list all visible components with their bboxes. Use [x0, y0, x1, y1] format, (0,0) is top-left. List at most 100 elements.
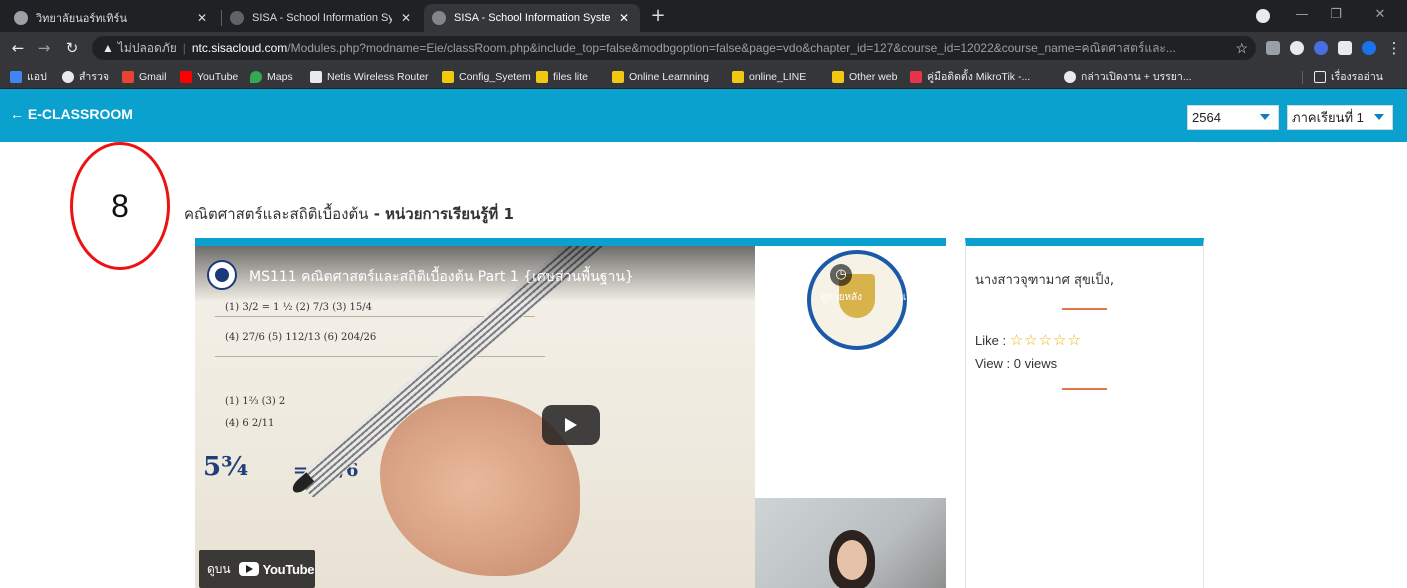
clock-icon: ◷	[830, 264, 852, 286]
worksheet-line	[215, 356, 545, 357]
globe-icon	[1064, 70, 1076, 83]
browser-toolbar: ← → ↻ ▲ ไม่ปลอดภัย | ntc.sisacloud.com /…	[0, 32, 1407, 64]
divider	[1062, 388, 1107, 390]
reading-list-icon	[1314, 70, 1326, 83]
divider	[1062, 308, 1107, 310]
term-select[interactable]: ภาคเรียนที่ 1	[1287, 105, 1393, 130]
reading-list[interactable]: เรื่องรออ่าน	[1314, 68, 1383, 85]
url-separator: |	[182, 41, 186, 55]
year-select[interactable]: 2564	[1187, 105, 1279, 130]
bookmark-config[interactable]: Config_Syetem	[442, 68, 531, 85]
url-host: ntc.sisacloud.com	[191, 41, 288, 55]
bookmarks-separator	[1302, 71, 1303, 84]
star-rating-icon[interactable]: ☆☆☆☆☆	[1010, 332, 1082, 349]
site-favicon-icon	[14, 11, 28, 25]
step-number: 8	[111, 187, 129, 224]
globe-icon	[62, 70, 74, 83]
maps-icon	[250, 70, 262, 83]
address-bar[interactable]: ▲ ไม่ปลอดภัย | ntc.sisacloud.com /Module…	[92, 36, 1256, 60]
step-annotation-circle: 8	[70, 142, 170, 270]
puzzle-extensions-icon[interactable]	[1338, 41, 1352, 55]
bookmarks-bar: แอป สำรวจ Gmail YouTube Maps Netis Wirel…	[0, 64, 1407, 89]
security-label: ไม่ปลอดภัย	[117, 40, 177, 55]
bookmark-explore[interactable]: สำรวจ	[62, 68, 109, 85]
menu-kebab-icon[interactable]: ⋮	[1384, 38, 1404, 58]
profile-avatar-icon[interactable]	[1362, 41, 1376, 55]
worksheet-text: (4) 27/6 (5) 112/13 (6) 204/26	[225, 332, 377, 343]
bookmark-online-learning[interactable]: Online Learnning	[612, 68, 709, 85]
close-icon[interactable]: ✕	[616, 11, 632, 25]
share-label: แชร์	[899, 292, 919, 303]
unit-name: - หน่วยการเรียนรู้ที่ 1	[368, 205, 514, 223]
bookmark-files-lite[interactable]: files lite	[536, 68, 588, 85]
site-favicon-icon	[230, 11, 244, 25]
folder-icon	[732, 70, 744, 83]
youtube-icon	[180, 70, 192, 83]
subject-name: คณิตศาสตร์และสถิติเบื้องต้น	[184, 205, 369, 223]
gmail-icon	[122, 70, 134, 83]
watch-later-label: ดูภายหลัง	[819, 292, 863, 303]
back-arrow-icon[interactable]: ←	[8, 38, 28, 58]
presenter-face	[837, 540, 867, 580]
extension-icon[interactable]	[1266, 41, 1280, 55]
tab-sisa-active[interactable]: SISA - School Information Systen ✕	[424, 4, 640, 32]
minimize-icon[interactable]: —	[1288, 4, 1316, 26]
bookmark-mikrotik[interactable]: คู่มือติดตั้ง MikroTik -...	[910, 68, 1030, 85]
reload-icon[interactable]: ↻	[62, 38, 82, 58]
teacher-name: นางสาวจุฑามาศ สุขเป็ง,	[975, 273, 1115, 288]
s-logo-icon	[910, 70, 922, 83]
bookmark-star-icon[interactable]: ☆	[1235, 40, 1248, 57]
share-arrow-icon: ➦	[900, 263, 918, 287]
close-icon[interactable]: ✕	[398, 11, 414, 25]
bookmark-online-line[interactable]: online_LINE	[732, 68, 806, 85]
watch-on-label: ดูบน	[207, 561, 231, 576]
bookmark-netis[interactable]: Netis Wireless Router	[310, 68, 429, 85]
bookmark-other-web[interactable]: Other web	[832, 68, 897, 85]
video-title[interactable]: MS111 คณิตศาสตร์และสถิติเบื้องต้น Part 1…	[249, 266, 634, 288]
folder-icon	[832, 70, 844, 83]
tab-search-icon[interactable]	[1256, 9, 1270, 23]
extension-icon[interactable]	[1290, 41, 1304, 55]
youtube-wordmark: YouTube	[262, 561, 315, 577]
channel-avatar[interactable]	[207, 260, 237, 290]
play-icon[interactable]	[542, 405, 600, 445]
restore-icon[interactable]: ❐	[1322, 4, 1350, 26]
page-title: คณิตศาสตร์และสถิติเบื้องต้น - หน่วยการเร…	[184, 202, 514, 226]
tab-label: วิทยาลัยนอร์ทเทิร์น	[36, 13, 127, 25]
chevron-down-icon	[1260, 114, 1270, 120]
like-row: Like : ☆☆☆☆☆	[975, 331, 1082, 349]
handwritten-math: 5¾	[203, 452, 249, 482]
tab-label: SISA - School Information Systen	[252, 12, 392, 24]
video-player[interactable]: (1) 3/2 = 1 ½ (2) 7/3 (3) 15/4 (4) 27/6 …	[195, 238, 946, 588]
bookmark-opening-speech[interactable]: กล่าวเปิดงาน + บรรยา...	[1064, 68, 1192, 85]
url-path: /Modules.php?modname=Eie/classRoom.php&i…	[287, 40, 1176, 55]
presenter-webcam	[755, 498, 946, 588]
tab-sisa-1[interactable]: SISA - School Information Systen ✕	[222, 4, 422, 32]
term-select-value: ภาคเรียนที่ 1	[1292, 110, 1364, 125]
bookmark-youtube[interactable]: YouTube	[180, 68, 238, 85]
worksheet-text: (1) 3/2 = 1 ½ (2) 7/3 (3) 15/4	[225, 302, 373, 313]
bookmark-gmail[interactable]: Gmail	[122, 68, 166, 85]
watch-later-button[interactable]: ◷ ดูภายหลัง	[813, 264, 869, 305]
close-icon[interactable]: ✕	[194, 11, 210, 25]
new-tab-button[interactable]: +	[646, 6, 670, 28]
netis-icon	[310, 70, 322, 83]
folder-icon	[442, 70, 454, 83]
chevron-down-icon	[1374, 114, 1384, 120]
bookmark-apps[interactable]: แอป	[10, 68, 47, 85]
forward-arrow-icon[interactable]: →	[34, 38, 54, 58]
tab-label: SISA - School Information Systen	[454, 12, 610, 24]
watch-on-youtube-button[interactable]: ดูบน YouTube	[199, 550, 315, 588]
video-info-card: นางสาวจุฑามาศ สุขเป็ง, Like : ☆☆☆☆☆ View…	[965, 238, 1204, 588]
like-label: Like :	[975, 333, 1007, 348]
bookmark-maps[interactable]: Maps	[250, 68, 293, 85]
e-classroom-back-link[interactable]: ← E-CLASSROOM	[10, 106, 133, 122]
share-button[interactable]: ➦ แชร์	[889, 264, 929, 305]
folder-icon	[536, 70, 548, 83]
close-window-icon[interactable]: ✕	[1366, 4, 1394, 26]
extension-icon[interactable]	[1314, 41, 1328, 55]
tab-northern-college[interactable]: วิทยาลัยนอร์ทเทิร์น ✕	[6, 4, 218, 32]
worksheet-text: (4) 6 2/11	[225, 418, 275, 429]
warning-icon[interactable]: ▲	[102, 41, 114, 55]
site-favicon-icon	[432, 11, 446, 25]
